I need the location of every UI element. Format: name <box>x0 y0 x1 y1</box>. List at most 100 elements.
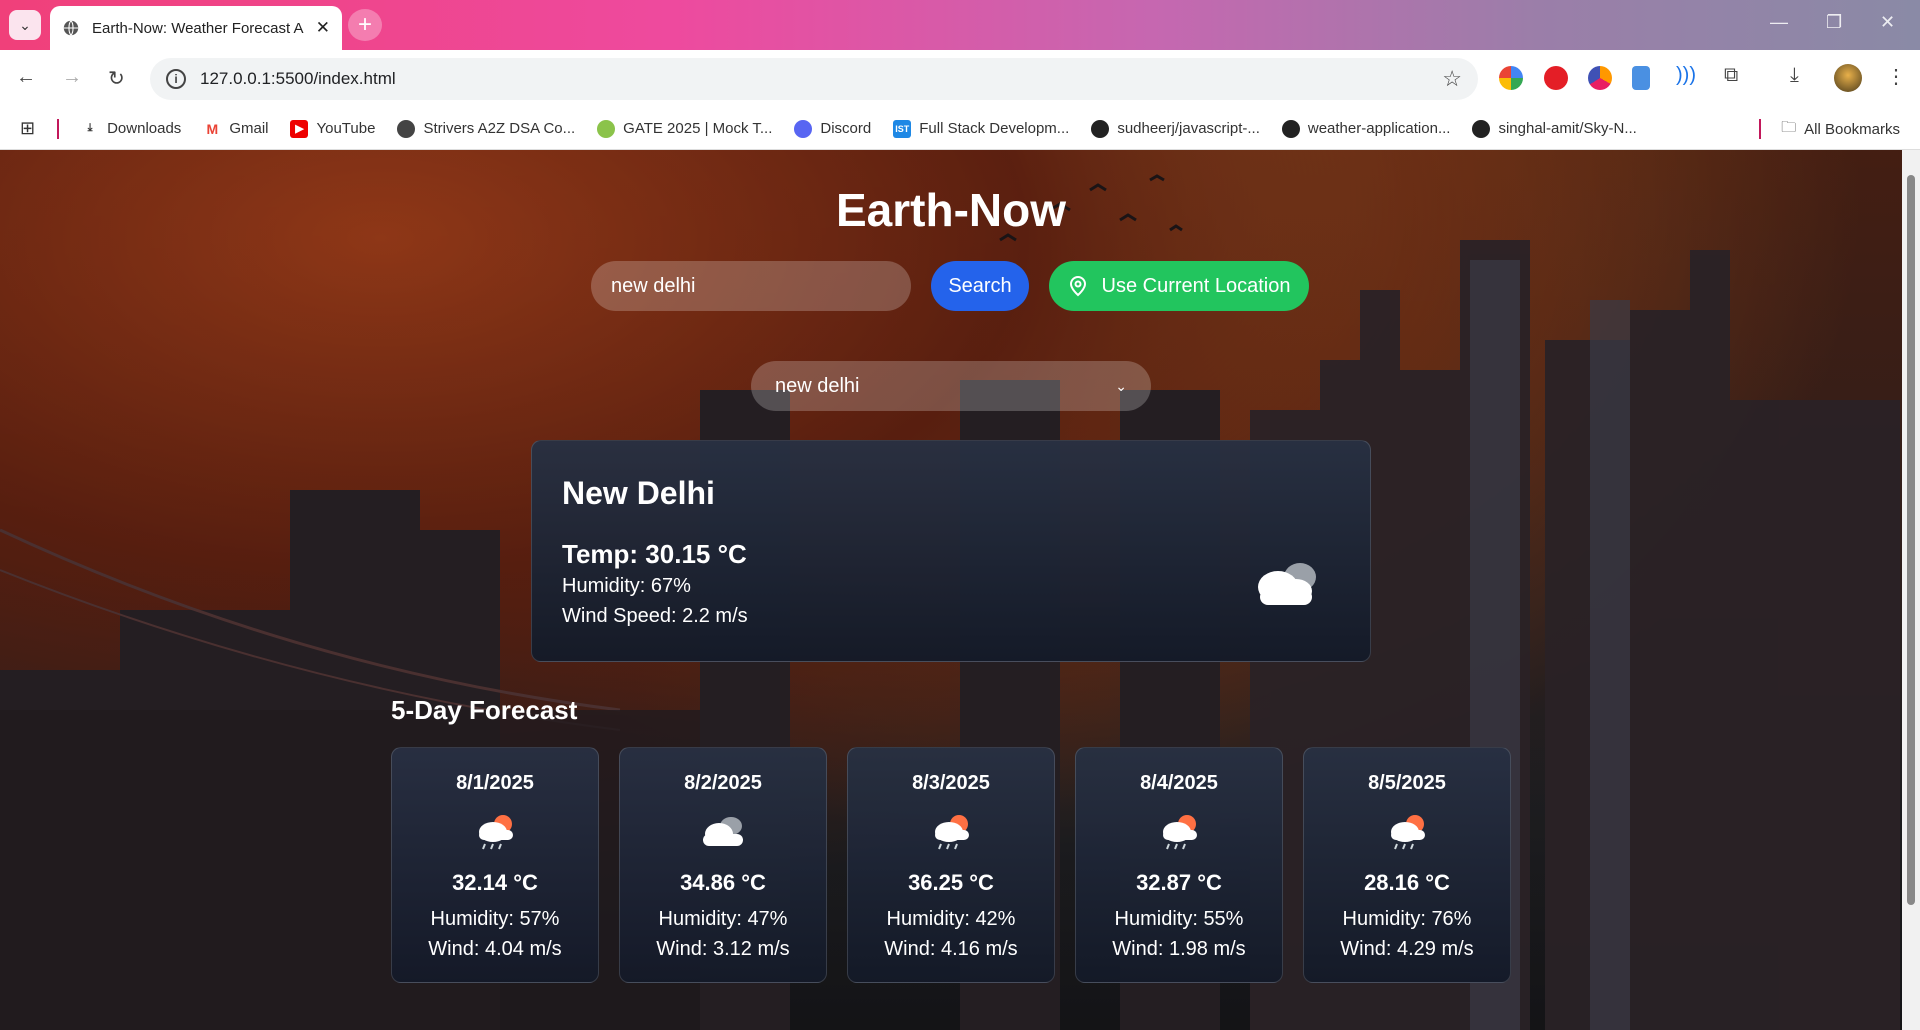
discord-icon <box>794 119 813 138</box>
bookmark-label: Strivers A2Z DSA Co... <box>423 120 576 137</box>
forecast-card: 8/5/2025 28.16 °C Humidity: 76% Wind: 4.… <box>1303 747 1511 983</box>
current-temp: Temp: 30.15 °C <box>562 539 747 569</box>
new-tab-button[interactable]: + <box>348 9 382 41</box>
scrollbar-thumb[interactable] <box>1907 175 1915 905</box>
forecast-humidity: Humidity: 57% <box>430 908 560 930</box>
forecast-date: 8/4/2025 <box>1140 772 1218 794</box>
bookmark-label: YouTube <box>316 120 376 137</box>
forecast-wind: Wind: 4.29 m/s <box>1340 938 1474 960</box>
close-window-icon[interactable]: ✕ <box>1880 12 1895 33</box>
chevron-down-icon: ⌄ <box>19 16 31 33</box>
strivers-icon <box>397 119 416 138</box>
location-pin-icon <box>1069 275 1086 297</box>
download-icon[interactable]: ⤓ <box>1790 64 1799 87</box>
reload-icon[interactable]: ↻ <box>108 66 125 91</box>
app-title: Earth-Now <box>836 184 1066 236</box>
forecast-card: 8/4/2025 32.87 °C Humidity: 55% Wind: 1.… <box>1075 747 1283 983</box>
bookmark-github-2[interactable]: weather-application... <box>1281 119 1451 138</box>
extension-color-icon[interactable] <box>1588 66 1612 90</box>
forecast-humidity: Humidity: 47% <box>658 908 788 930</box>
forecast-date: 8/1/2025 <box>456 772 534 794</box>
extension-chrome-icon[interactable] <box>1499 66 1523 90</box>
download-icon: ⤓ <box>87 122 93 134</box>
forecast-humidity: Humidity: 42% <box>886 908 1016 930</box>
globe-icon <box>63 20 79 36</box>
cloud-icon <box>1258 563 1316 605</box>
current-city: New Delhi <box>562 475 715 511</box>
forecast-card: 8/1/2025 32.14 °C Humidity: 57% Wind: 4.… <box>391 747 599 983</box>
bookmark-separator <box>1759 119 1762 139</box>
github-icon <box>1281 119 1300 138</box>
bookmark-label: Discord <box>820 120 872 137</box>
bookmark-label: singhal-amit/Sky-N... <box>1498 120 1637 137</box>
extensions-puzzle-icon[interactable]: ⧉ <box>1724 64 1738 87</box>
search-button[interactable]: Search <box>931 261 1029 311</box>
current-wind: Wind Speed: 2.2 m/s <box>562 605 748 627</box>
folder-icon: 🗀 <box>1781 118 1797 136</box>
bookmark-github-3[interactable]: singhal-amit/Sky-N... <box>1472 119 1637 138</box>
bookmark-github-1[interactable]: sudheerj/javascript-... <box>1091 119 1260 138</box>
rain-sun-icon <box>935 815 969 850</box>
site-info-icon[interactable]: i <box>166 69 186 89</box>
current-weather-card: New Delhi Temp: 30.15 °C Humidity: 67% W… <box>531 440 1371 662</box>
extension-opera-icon[interactable] <box>1544 66 1568 90</box>
bookmark-gmail[interactable]: M Gmail <box>203 120 268 138</box>
bookmark-star-icon[interactable]: ☆ <box>1442 66 1462 92</box>
bookmark-youtube[interactable]: ▶ YouTube <box>290 119 376 138</box>
tab-search-button[interactable]: ⌄ <box>9 10 41 40</box>
location-button-label: Use Current Location <box>1101 274 1291 297</box>
page-scrollbar[interactable] <box>1902 150 1920 1030</box>
gate-icon <box>597 119 616 138</box>
forecast-date: 8/2/2025 <box>684 772 762 794</box>
bookmark-label: GATE 2025 | Mock T... <box>623 120 773 137</box>
forecast-temp: 36.25 °C <box>908 870 994 895</box>
back-icon[interactable]: ← <box>16 66 36 89</box>
restore-icon[interactable]: ❐ <box>1826 12 1842 33</box>
rain-sun-icon <box>479 815 513 850</box>
bookmark-label: weather-application... <box>1307 120 1451 137</box>
forecast-wind: Wind: 4.16 m/s <box>884 938 1018 960</box>
address-bar[interactable]: i 127.0.0.1:5500/index.html ☆ <box>150 58 1478 100</box>
city-dropdown[interactable]: new delhi ⌄ <box>751 361 1151 411</box>
forecast-temp: 34.86 °C <box>680 870 766 895</box>
forecast-card: 8/3/2025 36.25 °C Humidity: 42% Wind: 4.… <box>847 747 1055 983</box>
bookmark-strivers[interactable]: Strivers A2Z DSA Co... <box>397 119 576 138</box>
bookmark-downloads[interactable]: ⤓ Downloads <box>81 120 182 138</box>
forecast-temp: 28.16 °C <box>1364 870 1450 895</box>
minimize-icon[interactable]: — <box>1770 12 1788 33</box>
all-bookmarks[interactable]: 🗀 All Bookmarks <box>1759 108 1900 150</box>
tab-strip: ⌄ Earth-Now: Weather Forecast A ✕ + — ❐ … <box>0 0 1920 50</box>
bookmark-gate[interactable]: GATE 2025 | Mock T... <box>597 119 773 138</box>
bookmark-fullstack[interactable]: IST Full Stack Developm... <box>893 119 1069 138</box>
github-icon <box>1472 119 1491 138</box>
forecast-wind: Wind: 1.98 m/s <box>1112 938 1246 960</box>
chevron-down-icon: ⌄ <box>1115 377 1127 394</box>
forecast-card: 8/2/2025 34.86 °C Humidity: 47% Wind: 3.… <box>619 747 827 983</box>
forecast-temp: 32.87 °C <box>1136 870 1222 895</box>
forecast-date: 8/5/2025 <box>1368 772 1446 794</box>
forecast-humidity: Humidity: 55% <box>1114 908 1244 930</box>
cloud-icon <box>703 817 743 846</box>
apps-icon[interactable]: ⊞ <box>20 118 35 139</box>
bookmark-separator <box>57 118 60 139</box>
bookmark-discord[interactable]: Discord <box>794 119 872 138</box>
rain-sun-icon <box>1163 815 1197 850</box>
active-tab[interactable]: Earth-Now: Weather Forecast A ✕ <box>50 6 342 50</box>
city-search-input[interactable] <box>591 261 911 311</box>
forecast-humidity: Humidity: 76% <box>1342 908 1472 930</box>
current-humidity: Humidity: 67% <box>562 575 691 597</box>
forecast-date: 8/3/2025 <box>912 772 990 794</box>
profile-avatar[interactable] <box>1834 64 1862 92</box>
bookmark-label: Gmail <box>229 120 269 137</box>
use-current-location-button[interactable]: Use Current Location <box>1049 261 1309 311</box>
extension-audio-icon[interactable]: ))) <box>1676 64 1696 87</box>
bookmark-label: Downloads <box>107 120 182 137</box>
extension-clipboard-icon[interactable] <box>1632 66 1650 90</box>
tab-title: Earth-Now: Weather Forecast A <box>92 19 304 37</box>
forecast-wind: Wind: 3.12 m/s <box>656 938 790 960</box>
close-tab-icon[interactable]: ✕ <box>316 18 330 38</box>
menu-icon[interactable]: ⋮ <box>1886 64 1906 89</box>
youtube-icon: ▶ <box>290 119 309 138</box>
all-bookmarks-label: All Bookmarks <box>1804 120 1900 138</box>
forward-icon[interactable]: → <box>62 66 82 89</box>
